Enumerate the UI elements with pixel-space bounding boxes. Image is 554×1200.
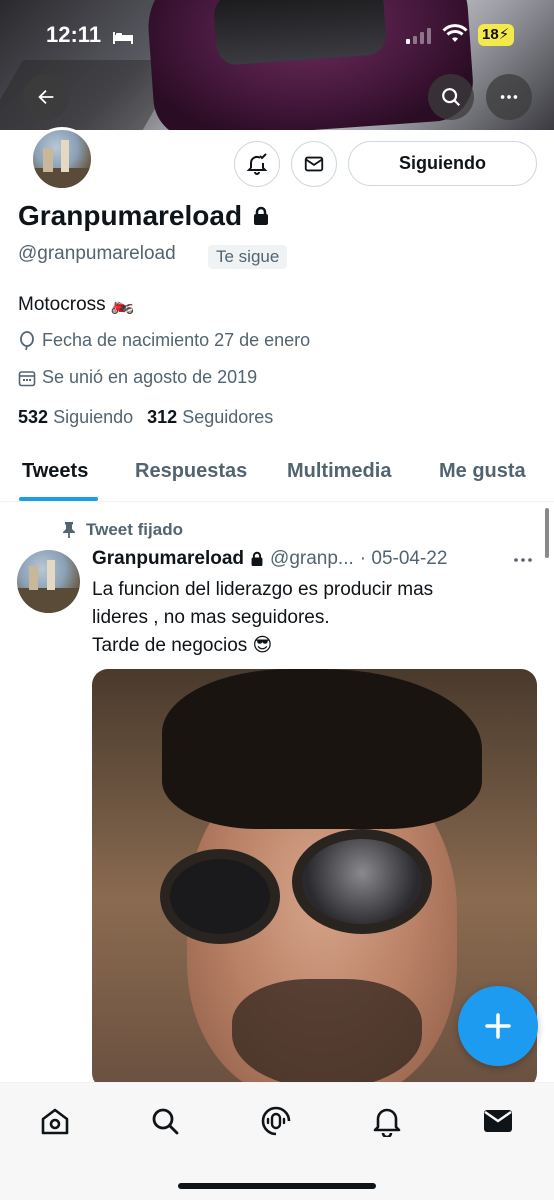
wifi-icon [442,24,468,42]
following-button[interactable]: Siguiendo [348,141,537,186]
followers-label: Seguidores [182,407,274,427]
back-arrow-icon [38,89,54,105]
envelope-icon [304,156,324,172]
profile-name-text: Granpumareload [18,200,243,231]
joined-date-row: Se unió en agosto de 2019 [18,367,257,388]
search-icon [152,1108,179,1135]
tweet-author-handle: @granp... [270,548,354,569]
back-button[interactable] [23,74,69,120]
photo-beard [232,979,422,1089]
birth-date-text: Fecha de nacimiento 27 de enero [42,330,311,350]
joined-date-text: Se unió en agosto de 2019 [42,367,258,387]
message-button[interactable] [291,141,337,187]
following-link[interactable]: 532 Siguiendo [18,407,133,428]
spaces-icon [261,1106,291,1136]
battery-indicator: 18⚡ [478,24,514,46]
notifications-icon [373,1108,401,1137]
pinned-label-text: Tweet fijado [86,520,183,539]
more-button[interactable] [486,74,532,120]
tweet-author-avatar[interactable] [17,550,80,613]
tab-replies[interactable]: Respuestas [135,460,247,483]
followers-count: 312 [147,407,178,427]
compose-tweet-button[interactable] [458,986,538,1066]
home-icon [41,1108,69,1135]
status-time: 12:11 [46,22,102,47]
bell-check-icon [246,153,268,175]
tab-media[interactable]: Multimedia [287,460,391,483]
search-icon [442,88,461,107]
birth-date-row: Fecha de nacimiento 27 de enero [18,330,310,351]
tweet-more-button[interactable] [512,552,534,573]
active-tab-indicator [19,497,98,501]
status-bar: 12:11 18⚡ [0,0,554,70]
bottom-navigation [0,1082,554,1200]
photo-hair [162,669,482,829]
signal-icon [406,28,431,44]
messages-icon [484,1110,512,1132]
search-button[interactable] [428,74,474,120]
bed-icon [113,32,133,44]
tweet-header: Granpumareload @granp... · 05-04-22 [92,548,447,570]
nav-messages[interactable] [478,1101,518,1141]
following-label: Siguiendo [53,407,134,427]
notifications-toggle-button[interactable] [234,141,280,187]
sunglasses-left-lens [160,849,280,944]
tab-tweets[interactable]: Tweets [22,460,88,483]
nav-search[interactable] [145,1101,185,1141]
tweet-text-line: Tarde de negocios 😎 [92,635,273,656]
lock-icon [251,551,263,566]
nav-home[interactable] [35,1101,75,1141]
more-icon [500,95,518,99]
tweet-date[interactable]: · 05-04-22 [360,548,448,570]
nav-notifications[interactable] [367,1101,407,1141]
more-icon [514,558,532,562]
tweet-text-line: lideres , no mas seguidores. [92,607,330,628]
profile-name: Granpumareload [18,200,270,232]
profile-tabs: Tweets Respuestas Multimedia Me gusta [0,446,554,502]
balloon-icon [20,330,34,350]
tweet-author-name[interactable]: Granpumareload [92,548,244,570]
home-indicator [178,1183,376,1189]
follows-you-badge: Te sigue [208,245,288,269]
battery-level: 18 [482,26,499,43]
nav-spaces[interactable] [256,1101,296,1141]
plus-icon [485,1013,511,1039]
profile-avatar[interactable] [30,127,94,191]
tweet-text-line: La funcion del liderazgo es producir mas [92,579,434,600]
following-count: 532 [18,407,49,427]
followers-link[interactable]: 312 Seguidores [147,407,273,428]
sunglasses-right-lens [292,829,432,934]
profile-handle: @granpumareload [18,243,176,264]
pinned-tweet-label: Tweet fijado [62,520,183,540]
follow-counts: 532 Siguiendo 312 Seguidores [18,407,273,428]
lock-icon [254,206,269,225]
tab-likes[interactable]: Me gusta [439,460,526,483]
profile-bio: Motocross 🏍️ [18,294,135,315]
pin-icon [63,522,75,538]
calendar-icon [18,370,36,386]
tweet-text: La funcion del liderazgo es producir mas… [92,576,532,660]
scrollbar[interactable] [545,508,549,558]
